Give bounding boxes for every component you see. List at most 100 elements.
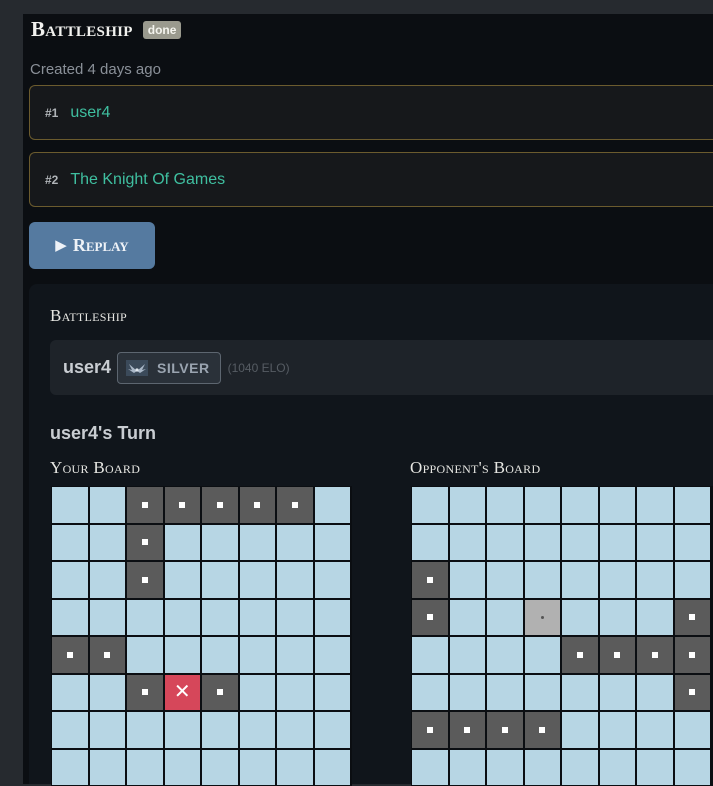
opponent-board-cell[interactable] xyxy=(674,749,710,785)
own-board-cell xyxy=(89,712,125,748)
opponent-board-cell[interactable] xyxy=(412,749,448,785)
own-board-cell xyxy=(127,749,163,785)
opponent-board-cell[interactable] xyxy=(412,562,448,598)
opponent-board-cell[interactable] xyxy=(637,487,673,523)
opponent-board-cell[interactable] xyxy=(637,749,673,785)
opponent-board-cell[interactable] xyxy=(524,637,560,673)
own-board-cell xyxy=(202,712,238,748)
ship-marker-icon xyxy=(651,651,658,658)
opponent-board-cell[interactable] xyxy=(562,487,598,523)
opponent-board-cell[interactable] xyxy=(487,674,523,710)
own-board-cell xyxy=(89,674,125,710)
opponent-board-cell[interactable] xyxy=(412,487,448,523)
opponent-board-cell[interactable] xyxy=(637,562,673,598)
opponent-board-cell[interactable] xyxy=(524,599,560,635)
opponent-board-cell[interactable] xyxy=(449,599,485,635)
player-name-link[interactable]: user4 xyxy=(70,104,110,122)
own-board-cell xyxy=(202,562,238,598)
opponent-board-cell[interactable] xyxy=(524,524,560,560)
own-board-cell xyxy=(89,562,125,598)
opponent-board-cell[interactable] xyxy=(637,674,673,710)
opponent-board-cell[interactable] xyxy=(599,562,635,598)
opponent-board-cell[interactable] xyxy=(487,712,523,748)
opponent-board-cell[interactable] xyxy=(524,674,560,710)
own-board-label: Your Board xyxy=(50,458,141,477)
opponent-board-cell[interactable] xyxy=(674,524,710,560)
opponent-board-cell[interactable] xyxy=(412,524,448,560)
opponent-board-cell[interactable] xyxy=(562,524,598,560)
opponent-board-cell[interactable] xyxy=(487,749,523,785)
own-board-cell xyxy=(277,637,313,673)
opponent-board-cell[interactable] xyxy=(637,599,673,635)
opponent-board-cell[interactable] xyxy=(412,637,448,673)
own-board-cell: ✕ xyxy=(164,674,200,710)
ship-marker-icon xyxy=(689,614,696,621)
own-board-cell xyxy=(127,524,163,560)
play-icon: ▶ xyxy=(55,238,67,254)
opponent-board-cell[interactable] xyxy=(449,712,485,748)
opponent-board-cell[interactable] xyxy=(674,562,710,598)
opponent-board-cell[interactable] xyxy=(524,562,560,598)
replay-button[interactable]: ▶ Replay xyxy=(29,222,155,269)
opponent-board xyxy=(411,486,713,786)
opponent-board-cell[interactable] xyxy=(524,487,560,523)
opponent-board-cell[interactable] xyxy=(449,749,485,785)
own-board-cell xyxy=(52,749,88,785)
opponent-board-cell[interactable] xyxy=(562,712,598,748)
opponent-board-cell[interactable] xyxy=(599,637,635,673)
opponent-board-cell[interactable] xyxy=(449,674,485,710)
own-board-cell xyxy=(239,712,275,748)
player-name-link[interactable]: The Knight Of Games xyxy=(70,171,225,189)
opponent-board-cell[interactable] xyxy=(562,674,598,710)
opponent-board-cell[interactable] xyxy=(599,749,635,785)
opponent-board-cell[interactable] xyxy=(412,674,448,710)
opponent-board-cell[interactable] xyxy=(562,562,598,598)
opponent-board-cell[interactable] xyxy=(524,749,560,785)
opponent-board-cell[interactable] xyxy=(412,712,448,748)
opponent-board-cell[interactable] xyxy=(449,487,485,523)
opponent-board-cell[interactable] xyxy=(562,637,598,673)
rank-badge: SILVER xyxy=(117,351,221,384)
top-strip xyxy=(0,0,713,14)
opponent-board-cell[interactable] xyxy=(562,749,598,785)
own-board-cell xyxy=(202,674,238,710)
player-row-2[interactable]: #2 The Knight Of Games xyxy=(29,152,713,207)
player-row-1[interactable]: #1 user4 xyxy=(29,85,713,140)
ship-marker-icon xyxy=(689,651,696,658)
opponent-board-cell[interactable] xyxy=(674,637,710,673)
ship-marker-icon xyxy=(141,576,148,583)
rank-label: SILVER xyxy=(157,359,210,376)
opponent-board-cell[interactable] xyxy=(599,712,635,748)
opponent-board-cell[interactable] xyxy=(674,712,710,748)
own-board-cell xyxy=(164,487,200,523)
opponent-board-cell[interactable] xyxy=(599,599,635,635)
opponent-board-cell[interactable] xyxy=(412,599,448,635)
opponent-board-cell[interactable] xyxy=(637,712,673,748)
opponent-board-cell[interactable] xyxy=(487,562,523,598)
opponent-board-cell[interactable] xyxy=(562,599,598,635)
opponent-board-cell[interactable] xyxy=(637,637,673,673)
opponent-board-cell[interactable] xyxy=(599,674,635,710)
ship-marker-icon xyxy=(689,689,696,696)
own-board-cell xyxy=(164,524,200,560)
opponent-board-cell[interactable] xyxy=(487,487,523,523)
own-board-cell xyxy=(127,599,163,635)
opponent-board-cell[interactable] xyxy=(599,487,635,523)
opponent-board-cell[interactable] xyxy=(487,524,523,560)
own-board-cell xyxy=(127,562,163,598)
opponent-board-cell[interactable] xyxy=(674,599,710,635)
opponent-board-cell[interactable] xyxy=(599,524,635,560)
own-board-cell xyxy=(277,562,313,598)
opponent-board-cell[interactable] xyxy=(637,524,673,560)
opponent-board-cell[interactable] xyxy=(487,599,523,635)
opponent-board-cell[interactable] xyxy=(487,637,523,673)
title-row: Battleship done xyxy=(31,17,182,42)
opponent-board-cell[interactable] xyxy=(449,562,485,598)
opponent-board-cell[interactable] xyxy=(524,712,560,748)
opponent-board-cell[interactable] xyxy=(449,637,485,673)
opponent-board-cell[interactable] xyxy=(674,487,710,523)
ship-marker-icon xyxy=(104,651,111,658)
own-board-cell xyxy=(127,674,163,710)
opponent-board-cell[interactable] xyxy=(674,674,710,710)
opponent-board-cell[interactable] xyxy=(449,524,485,560)
